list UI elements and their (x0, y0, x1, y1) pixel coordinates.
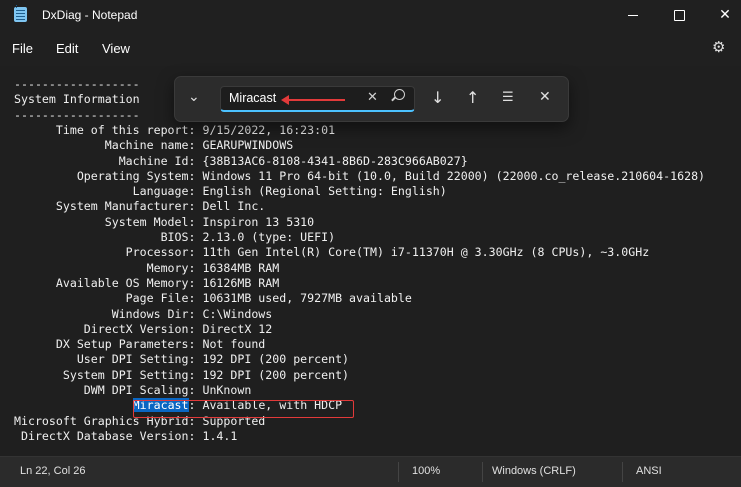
settings-gear-icon[interactable]: ⚙ (712, 38, 725, 56)
text-line: DWM DPI Scaling: UnKnown (14, 383, 252, 397)
find-options-icon[interactable]: ☰ (502, 90, 514, 105)
maximize-icon (673, 9, 685, 21)
close-find-icon[interactable]: ✕ (539, 89, 551, 105)
text-line: Operating System: Windows 11 Pro 64-bit … (14, 168, 706, 183)
text-line: Language: English (Regional Setting: Eng… (14, 184, 447, 199)
cursor-position: Ln 22, Col 26 (20, 465, 86, 477)
status-divider (482, 462, 483, 482)
search-icon[interactable] (394, 89, 405, 100)
menu-bar: File Edit View (0, 30, 741, 66)
text-line: ------------------ (14, 107, 140, 122)
close-icon: ✕ (719, 7, 731, 23)
text-line: Available OS Memory: 16126MB RAM (14, 275, 280, 290)
text-line: Memory: 16384MB RAM (14, 260, 280, 275)
encoding: ANSI (636, 465, 662, 477)
find-previous-arrow-up-icon[interactable]: ↑ (466, 88, 479, 107)
text-line: Time of this report: 9/15/2022, 16:23:01 (14, 122, 336, 137)
text-line: System Manufacturer: Dell Inc. (14, 199, 266, 214)
text-line: Processor: 11th Gen Intel(R) Core(TM) i7… (14, 245, 650, 260)
status-divider (622, 462, 623, 482)
text-line: System Model: Inspiron 13 5310 (14, 214, 315, 229)
annotation-box (133, 400, 354, 418)
miracast-indent (14, 398, 133, 412)
text-line: Machine name: GEARUPWINDOWS (14, 138, 294, 153)
text-line: User DPI Setting: 192 DPI (200 percent) (14, 352, 350, 367)
annotation-arrow-line (287, 99, 345, 101)
text-line: System DPI Setting: 192 DPI (200 percent… (14, 367, 350, 382)
menu-edit[interactable]: Edit (56, 41, 78, 56)
maximize-button[interactable] (656, 0, 702, 30)
minimize-button[interactable] (610, 0, 656, 30)
annotation-arrow-head (281, 95, 289, 105)
text-line: DirectX Version: DirectX 12 (14, 321, 273, 336)
find-next-arrow-down-icon[interactable]: ↓ (431, 88, 444, 107)
title-bar: DxDiag - Notepad ✕ (0, 0, 741, 30)
status-divider (398, 462, 399, 482)
minimize-icon (628, 14, 638, 16)
toggle-replace-chevron-icon[interactable]: ⌄ (188, 89, 200, 105)
text-line: BIOS: 2.13.0 (type: UEFI) (14, 230, 336, 244)
text-editor[interactable]: ------------------ System Information ----… (0, 66, 741, 456)
line-ending: Windows (CRLF) (492, 465, 576, 477)
notepad-icon (14, 5, 27, 22)
text-line: DirectX Database Version: 1.4.1 (14, 428, 238, 443)
zoom-level: 100% (412, 465, 441, 477)
text-line: System Information (14, 92, 140, 107)
text-line: Windows Dir: C:\Windows (14, 306, 273, 321)
window-title: DxDiag - Notepad (42, 8, 138, 22)
text-line: DX Setup Parameters: Not found (14, 337, 266, 352)
status-bar: Ln 22, Col 26 100% Windows (CRLF) ANSI (0, 456, 741, 487)
close-button[interactable]: ✕ (702, 0, 741, 30)
menu-file[interactable]: File (12, 41, 33, 56)
find-bar: ⌄ Miracast ✕ ↓ ↑ ☰ ✕ (174, 76, 569, 122)
text-line: ------------------ (14, 77, 140, 91)
text-line: Page File: 10631MB used, 7927MB availabl… (14, 291, 412, 306)
text-line: Machine Id: {38B13AC6-8108-4341-8B6D-283… (14, 153, 468, 168)
menu-view[interactable]: View (102, 41, 130, 56)
clear-search-icon[interactable]: ✕ (367, 90, 378, 105)
